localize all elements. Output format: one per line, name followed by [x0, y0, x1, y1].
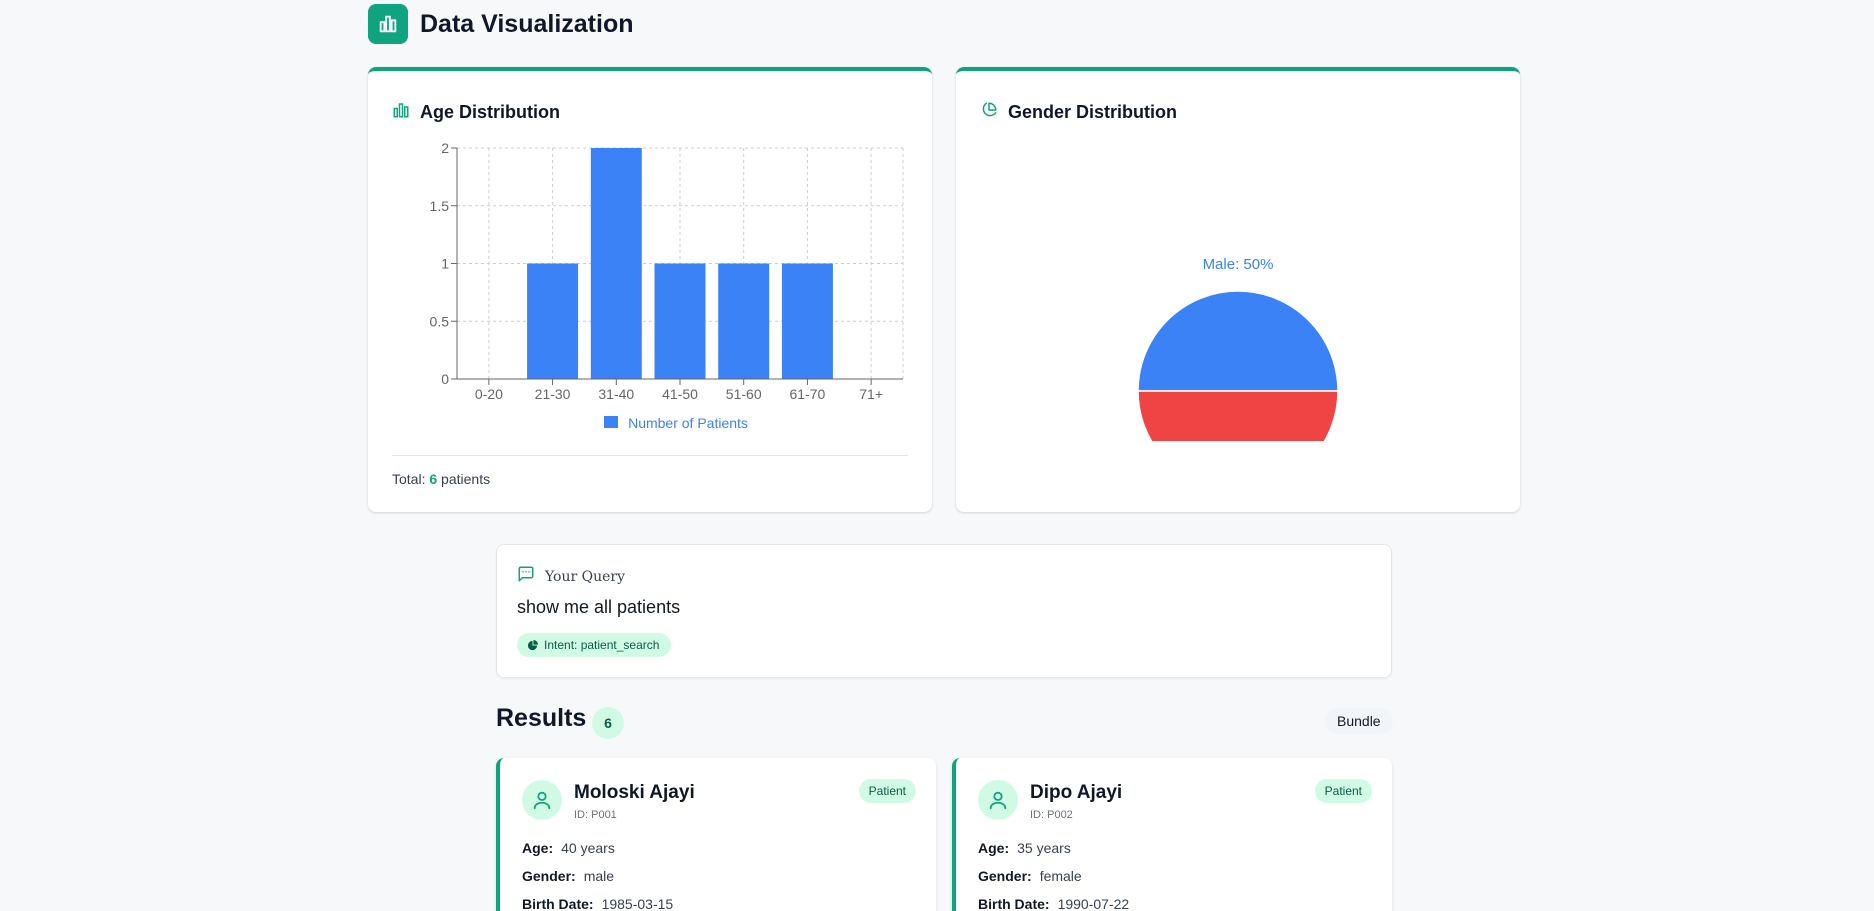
total-label: Total:: [392, 471, 426, 487]
age-value: 35 years: [1017, 840, 1071, 856]
bar: [590, 148, 642, 379]
results-count-badge: 6: [592, 707, 624, 739]
birth-label: Birth Date:: [522, 896, 594, 911]
intent-badge: Intent: patient_search: [517, 633, 672, 657]
age-distribution-card: Age Distribution 0 0.5 1 1.5 2 0-20 21-30 31-40…: [368, 67, 932, 512]
query-card: Your Query show me all patients Intent: …: [496, 544, 1392, 678]
patient-card[interactable]: Dipo Ajayi ID: P002 Patient Age: 35 years…: [952, 758, 1392, 911]
gender-pie-chart: Male: 50%Female: 50%: [1137, 256, 1339, 441]
bar: [781, 263, 833, 379]
age-value: 40 years: [561, 840, 615, 856]
user-icon: [978, 780, 1018, 820]
user-icon: [522, 780, 562, 820]
gender-card-header: Gender Distribution: [980, 101, 1177, 124]
bar: [654, 263, 706, 379]
page-title: Data Visualization: [420, 9, 634, 38]
gender-value: female: [1039, 868, 1082, 884]
pie-slice: [1137, 390, 1339, 441]
y-tick-label: 0: [441, 371, 449, 387]
total-count: 6: [429, 471, 438, 487]
y-tick-label: 2: [441, 141, 449, 156]
age-card-header: Age Distribution: [392, 101, 560, 124]
age-label: Age:: [522, 840, 554, 856]
bar: [718, 263, 770, 379]
bar: [527, 263, 579, 379]
y-tick-label: 1: [441, 256, 449, 272]
viz-header: Data Visualization: [368, 4, 634, 44]
divider: [392, 455, 908, 456]
age-card-title: Age Distribution: [420, 102, 560, 122]
bar-chart-icon: [392, 101, 410, 124]
gender-distribution-card: Gender Distribution Male: 50%Female: 50%: [956, 67, 1520, 512]
gender-card-title: Gender Distribution: [1008, 102, 1178, 122]
age-bar-chart: 0 0.5 1 1.5 2 0-20 21-30 31-40 41-50 51-60 61-70 71…: [430, 141, 904, 431]
x-tick-label: 31-40: [598, 386, 634, 402]
intent-text: Intent: patient_search: [544, 638, 660, 652]
pie-label: Male: 50%: [1203, 256, 1274, 273]
patient-birth-date: Birth Date: 1990-07-22: [978, 896, 1129, 911]
message-icon: [517, 565, 535, 588]
bar-chart-icon: [368, 4, 408, 44]
patient-id: ID: P002: [1030, 809, 1073, 821]
resource-type-badge: Patient: [858, 779, 916, 803]
query-label: Your Query: [545, 568, 625, 585]
bundle-badge: Bundle: [1325, 708, 1393, 734]
x-tick-label: 0-20: [475, 386, 503, 402]
patient-id: ID: P001: [574, 809, 617, 821]
birth-value: 1990-07-22: [1057, 896, 1130, 911]
x-tick-label: 71+: [859, 386, 883, 402]
y-tick-label: 1.5: [430, 198, 450, 214]
x-tick-label: 61-70: [790, 386, 826, 402]
birth-value: 1985-03-15: [601, 896, 674, 911]
legend-swatch: [604, 416, 618, 428]
patient-name: Dipo Ajayi: [1030, 782, 1123, 803]
pie-chart-icon: [980, 101, 998, 124]
total-suffix: patients: [441, 471, 491, 487]
age-label: Age:: [978, 840, 1010, 856]
legend-label: Number of Patients: [628, 415, 748, 431]
query-text: show me all patients: [517, 597, 681, 617]
birth-label: Birth Date:: [978, 896, 1050, 911]
pie-chart-icon: [527, 639, 538, 650]
patient-name: Moloski Ajayi: [574, 782, 695, 803]
x-tick-label: 41-50: [662, 386, 698, 402]
query-label-row: Your Query: [517, 565, 625, 588]
x-tick-label: 51-60: [726, 386, 762, 402]
patient-card[interactable]: Moloski Ajayi ID: P001 Patient Age: 40 ye…: [496, 758, 936, 911]
y-tick-label: 0.5: [430, 313, 450, 329]
gender-label: Gender:: [978, 868, 1032, 884]
patient-gender: Gender: male: [522, 868, 614, 884]
resource-type-badge: Patient: [1314, 779, 1372, 803]
patient-gender: Gender: female: [978, 868, 1082, 884]
patient-age: Age: 40 years: [522, 840, 615, 856]
total-patients: Total: 6 patients: [392, 471, 490, 487]
x-tick-label: 21-30: [535, 386, 571, 402]
gender-label: Gender:: [522, 868, 576, 884]
pie-slice: [1137, 290, 1339, 392]
patient-age: Age: 35 years: [978, 840, 1071, 856]
results-title: Results: [496, 704, 587, 732]
gender-value: male: [583, 868, 615, 884]
patient-birth-date: Birth Date: 1985-03-15: [522, 896, 673, 911]
